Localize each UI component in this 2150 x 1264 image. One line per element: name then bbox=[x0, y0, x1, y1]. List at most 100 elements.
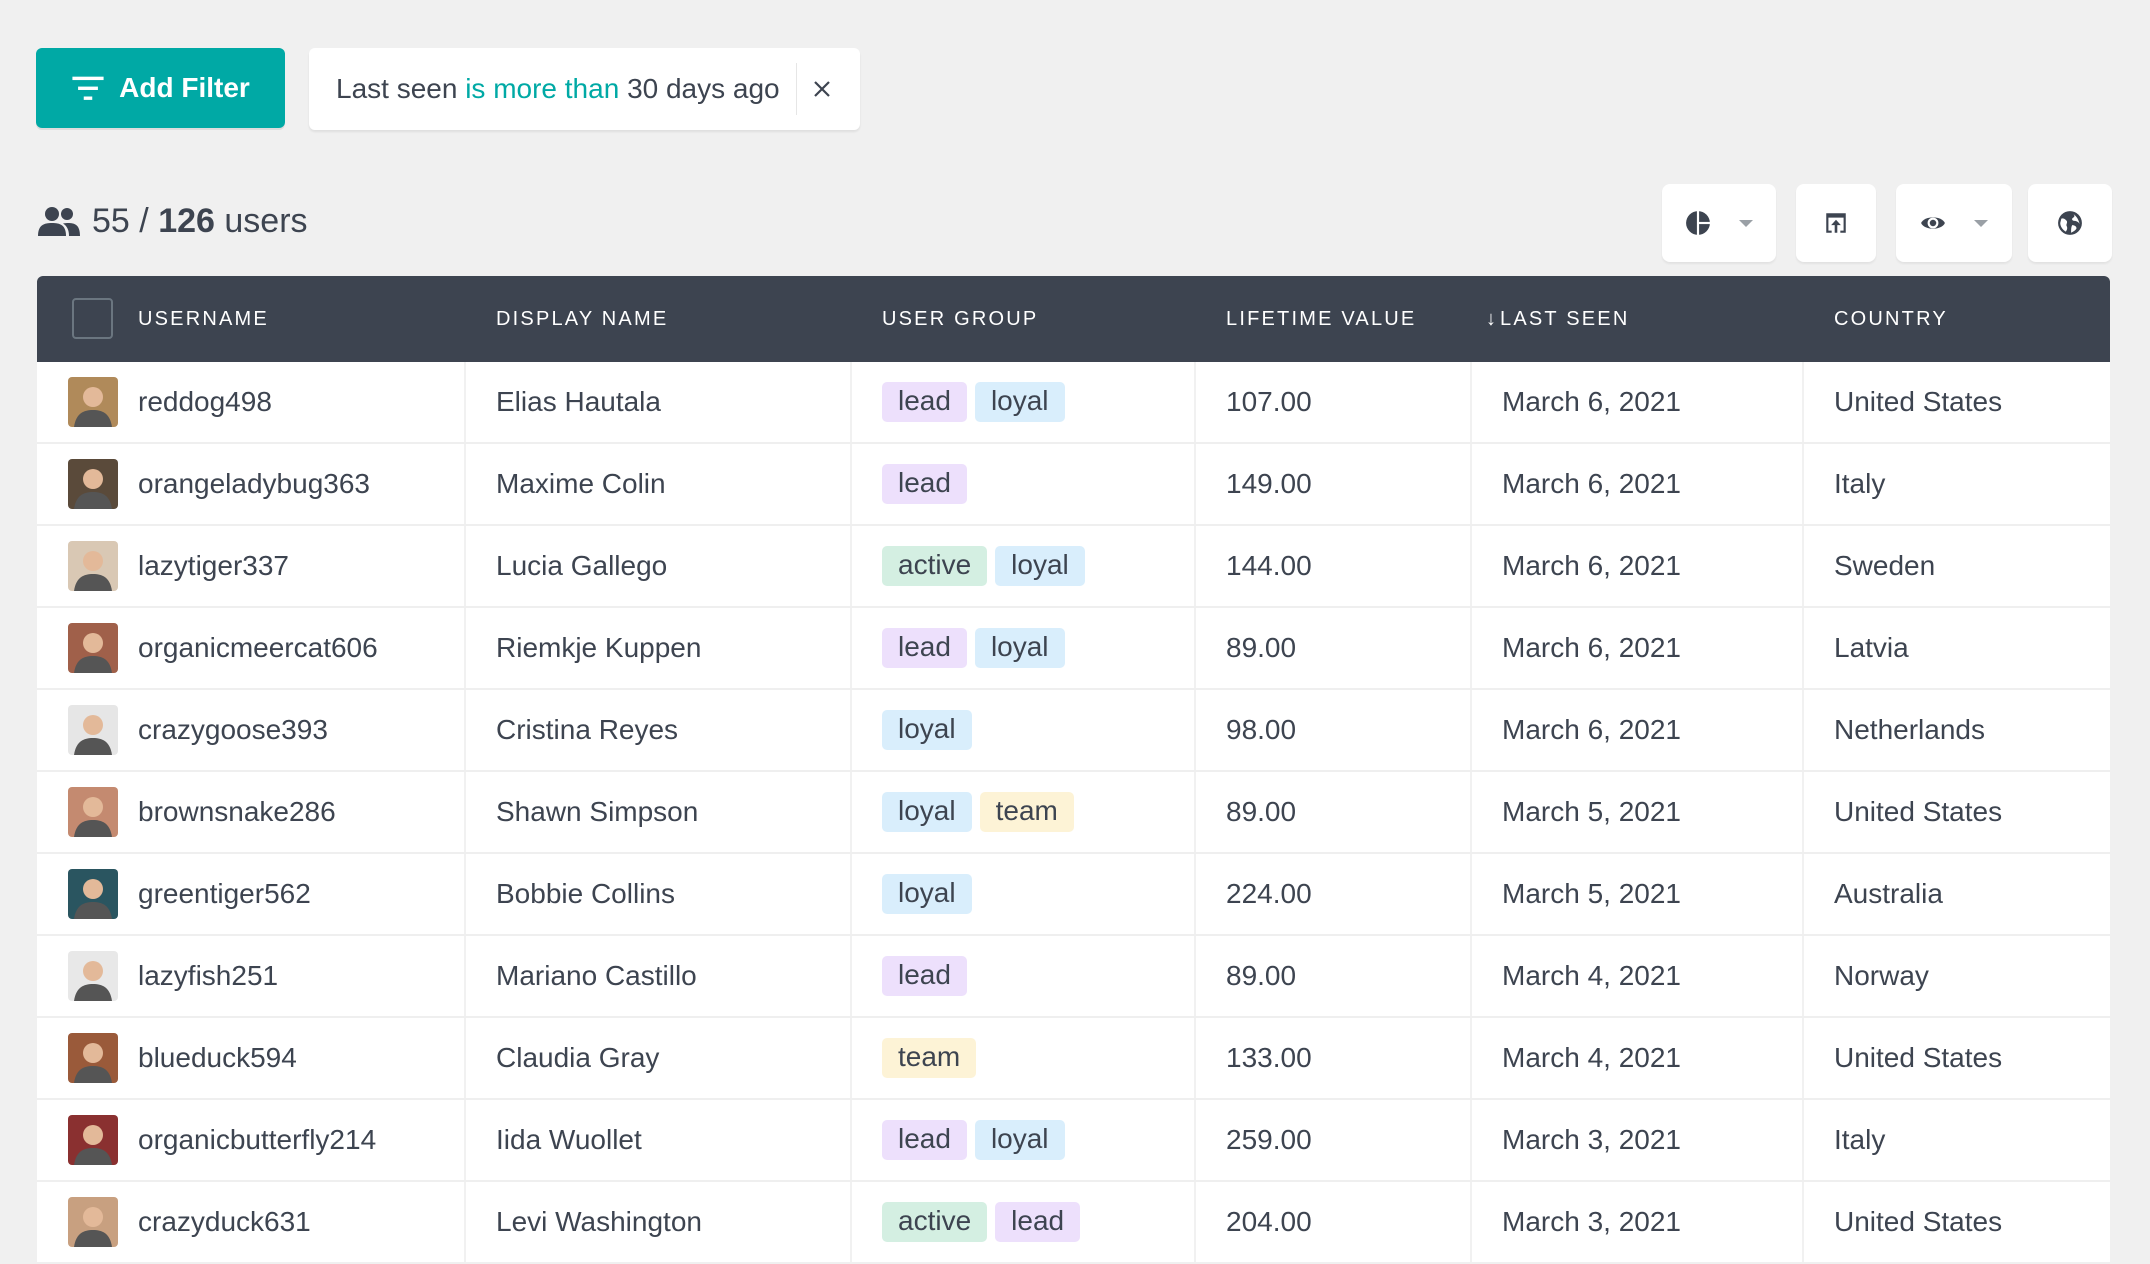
country-text: United States bbox=[1834, 386, 2003, 417]
table-row[interactable]: reddog498 Elias Hautala lead loyal 107.00… bbox=[37, 362, 2110, 442]
table-row[interactable]: organicmeercat606 Riemkje Kuppen lead loy… bbox=[37, 606, 2110, 688]
user-avatar-icon bbox=[68, 459, 118, 509]
column-divider bbox=[464, 854, 466, 934]
column-divider bbox=[1470, 690, 1472, 770]
columns-visibility-button[interactable] bbox=[1896, 184, 2012, 262]
table-row[interactable]: crazyduck631 Levi Washington active lead … bbox=[37, 1180, 2110, 1262]
country-text: Latvia bbox=[1834, 632, 1909, 663]
lifetime-value-cell: 259.00 bbox=[1226, 1100, 1312, 1180]
avatar bbox=[68, 541, 118, 591]
last-seen-cell: March 6, 2021 bbox=[1502, 608, 1681, 688]
last-seen-cell: March 3, 2021 bbox=[1502, 1182, 1681, 1262]
country-cell: Latvia bbox=[1834, 608, 1909, 688]
column-divider bbox=[1802, 1182, 1804, 1262]
user-group-tag[interactable]: lead bbox=[882, 956, 967, 996]
user-group-tag[interactable]: loyal bbox=[882, 792, 972, 832]
user-group-tag[interactable]: loyal bbox=[974, 628, 1065, 668]
username-cell[interactable]: orangeladybug363 bbox=[138, 444, 370, 524]
lifetime-value-cell: 89.00 bbox=[1226, 936, 1296, 1016]
username-cell[interactable]: reddog498 bbox=[138, 362, 272, 442]
country-text: Italy bbox=[1834, 468, 1886, 499]
user-group-tag[interactable]: loyal bbox=[974, 382, 1065, 422]
username-text: crazyduck631 bbox=[138, 1206, 311, 1237]
table-row[interactable]: brownsnake286 Shawn Simpson loyal team 89… bbox=[37, 770, 2110, 852]
username-cell[interactable]: brownsnake286 bbox=[138, 772, 336, 852]
column-divider bbox=[1470, 1182, 1472, 1262]
user-group-tag[interactable]: lead bbox=[882, 628, 967, 668]
display-name-cell: Maxime Colin bbox=[496, 444, 666, 524]
user-avatar-icon bbox=[68, 951, 118, 1001]
column-header-lifetime-value[interactable]: LIFETIME VALUE bbox=[1226, 276, 1416, 362]
user-group-tags: loyal team bbox=[882, 792, 1074, 832]
active-filter-chip[interactable]: Last seen is more than 30 days ago bbox=[309, 48, 860, 130]
user-group-tag[interactable]: lead bbox=[882, 464, 967, 504]
username-cell[interactable]: blueduck594 bbox=[138, 1018, 297, 1098]
avatar bbox=[68, 377, 118, 427]
username-cell[interactable]: lazyfish251 bbox=[138, 936, 278, 1016]
table-row[interactable]: greentiger562 Bobbie Collins loyal 224.0… bbox=[37, 852, 2110, 934]
column-header-user-group[interactable]: USER GROUP bbox=[882, 276, 1038, 362]
column-divider bbox=[850, 1182, 852, 1262]
column-header-username[interactable]: USERNAME bbox=[138, 276, 269, 362]
display-name-cell: Lucia Gallego bbox=[496, 526, 667, 606]
shown-count: 55 bbox=[92, 201, 130, 240]
user-group-tag[interactable]: loyal bbox=[974, 1120, 1065, 1160]
column-header-last-seen[interactable]: ↓ LAST SEEN bbox=[1486, 276, 1629, 362]
display-name-text: Riemkje Kuppen bbox=[496, 632, 702, 663]
user-avatar-icon bbox=[68, 623, 118, 673]
display-name-text: Maxime Colin bbox=[496, 468, 666, 499]
user-group-tag[interactable]: team bbox=[882, 1038, 977, 1078]
export-button[interactable] bbox=[1796, 184, 1876, 262]
filter-value[interactable]: 30 days ago bbox=[627, 73, 780, 104]
user-group-tag[interactable]: lead bbox=[882, 382, 967, 422]
column-divider bbox=[1470, 444, 1472, 524]
username-cell[interactable]: organicmeercat606 bbox=[138, 608, 378, 688]
user-group-tag[interactable]: loyal bbox=[882, 710, 972, 750]
user-group-cell: lead bbox=[882, 936, 967, 1016]
username-cell[interactable]: lazytiger337 bbox=[138, 526, 289, 606]
add-filter-button[interactable]: Add Filter bbox=[36, 48, 285, 128]
table-row[interactable]: blueduck594 Claudia Gray team 133.00 Mar… bbox=[37, 1016, 2110, 1098]
table-row[interactable]: lazytiger337 Lucia Gallego active loyal 1… bbox=[37, 524, 2110, 606]
column-header-display-name[interactable]: DISPLAY NAME bbox=[496, 276, 668, 362]
table-row[interactable]: orangeladybug363 Maxime Colin lead 149.0… bbox=[37, 442, 2110, 524]
lifetime-value-cell: 89.00 bbox=[1226, 772, 1296, 852]
last-seen-cell: March 3, 2021 bbox=[1502, 1100, 1681, 1180]
add-filter-label: Add Filter bbox=[119, 72, 250, 103]
column-header-country[interactable]: COUNTRY bbox=[1834, 276, 1948, 362]
select-all-checkbox[interactable] bbox=[72, 298, 113, 339]
column-divider bbox=[1194, 772, 1196, 852]
country-cell: United States bbox=[1834, 772, 2002, 852]
user-group-cell: loyal bbox=[882, 690, 972, 770]
table-row[interactable]: crazygoose393 Cristina Reyes loyal 98.00… bbox=[37, 688, 2110, 770]
country-cell: United States bbox=[1834, 1182, 2002, 1262]
username-cell[interactable]: greentiger562 bbox=[138, 854, 311, 934]
user-group-tag[interactable]: loyal bbox=[995, 546, 1085, 586]
segment-dropdown-button[interactable] bbox=[1662, 184, 1776, 262]
username-cell[interactable]: organicbutterfly214 bbox=[138, 1100, 376, 1180]
user-group-cell: lead bbox=[882, 444, 967, 524]
user-group-tag[interactable]: lead bbox=[882, 1120, 967, 1160]
remove-filter-button[interactable] bbox=[797, 59, 847, 119]
column-divider bbox=[1470, 854, 1472, 934]
map-view-button[interactable] bbox=[2028, 184, 2112, 262]
table-row[interactable]: organicbutterfly214 Iida Wuollet lead loy… bbox=[37, 1098, 2110, 1180]
username-cell[interactable]: crazygoose393 bbox=[138, 690, 328, 770]
username-cell[interactable]: crazyduck631 bbox=[138, 1182, 311, 1262]
column-divider bbox=[1470, 1018, 1472, 1098]
user-group-tag[interactable]: active bbox=[882, 1202, 988, 1242]
user-group-tag[interactable]: loyal bbox=[882, 874, 972, 914]
last-seen-cell: March 6, 2021 bbox=[1502, 444, 1681, 524]
user-group-tag[interactable]: lead bbox=[995, 1202, 1081, 1242]
filter-operator[interactable]: is more than bbox=[465, 73, 619, 104]
users-table: USERNAME DISPLAY NAME USER GROUP LIFETIM… bbox=[37, 276, 2110, 1262]
column-divider bbox=[464, 936, 466, 1016]
column-divider bbox=[850, 1100, 852, 1180]
user-avatar-icon bbox=[68, 541, 118, 591]
table-row[interactable]: lazyfish251 Mariano Castillo lead 89.00 … bbox=[37, 934, 2110, 1016]
user-group-tag[interactable]: active bbox=[882, 546, 988, 586]
user-group-tag[interactable]: team bbox=[979, 792, 1074, 832]
lifetime-value-text: 98.00 bbox=[1226, 714, 1297, 745]
last-seen-text: March 6, 2021 bbox=[1502, 468, 1681, 499]
user-group-cell: active loyal bbox=[882, 526, 1085, 606]
